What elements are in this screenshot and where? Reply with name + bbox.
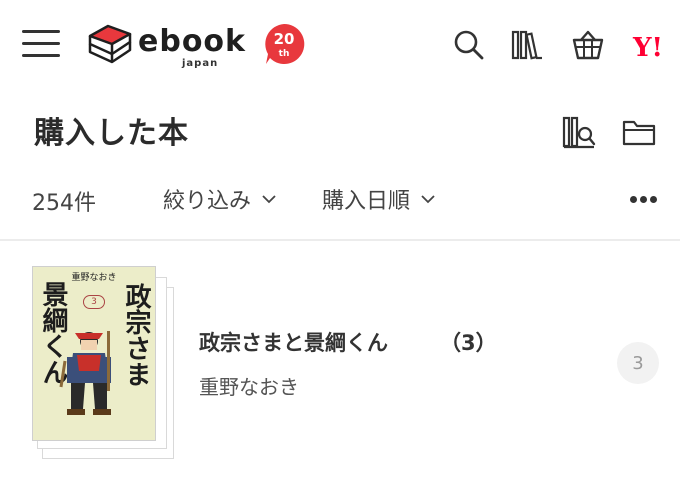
book-list-item[interactable]: 重野なおき 景綱くん 政宗さま 3 政宗さまと景綱くん （3） 重野なおき 3 <box>0 241 680 486</box>
more-icon[interactable] <box>630 196 658 204</box>
sort-button[interactable]: 購入日順 <box>322 183 436 215</box>
result-count: 254件 <box>32 191 96 216</box>
search-shelf-icon[interactable] <box>562 114 596 150</box>
app-header: ebook japan 20 th Y! <box>0 0 680 90</box>
book-volume: （3） <box>440 331 497 355</box>
logo-brand-text: ebook <box>138 24 246 59</box>
book-logo-icon <box>88 24 132 64</box>
cart-icon[interactable] <box>571 28 605 62</box>
book-author: 重野なおき <box>199 375 299 399</box>
page-title: 購入した本 <box>34 116 189 151</box>
yahoo-icon[interactable]: Y! <box>628 30 668 64</box>
anniversary-badge: 20 th <box>265 23 305 64</box>
search-icon[interactable] <box>452 28 486 62</box>
anniversary-suffix: th <box>279 49 290 59</box>
bookshelf-icon[interactable] <box>510 28 544 62</box>
chevron-down-icon <box>262 195 276 204</box>
yahoo-label: Y! <box>632 33 663 63</box>
filter-label: 絞り込み <box>163 189 252 214</box>
filter-button[interactable]: 絞り込み <box>163 183 277 215</box>
anniversary-number: 20 <box>274 30 295 48</box>
logo-sub-text: japan <box>182 58 219 69</box>
book-title: 政宗さまと景綱くん <box>199 331 388 355</box>
folder-icon[interactable] <box>622 116 656 148</box>
cover-title-right: 政宗さま <box>121 283 151 387</box>
menu-icon[interactable] <box>22 28 62 60</box>
chevron-down-icon <box>421 195 435 204</box>
ebookjapan-logo[interactable]: ebook japan 20 th <box>86 22 308 72</box>
sort-label: 購入日順 <box>322 189 411 214</box>
app-root: ebook japan 20 th Y! 購入した本 254件 絞り込み 購入日… <box>0 0 680 486</box>
volume-count-badge: 3 <box>617 342 659 384</box>
cover-volume: 3 <box>83 295 105 309</box>
cover-illustration <box>59 331 111 415</box>
book-cover: 重野なおき 景綱くん 政宗さま 3 <box>32 266 156 441</box>
